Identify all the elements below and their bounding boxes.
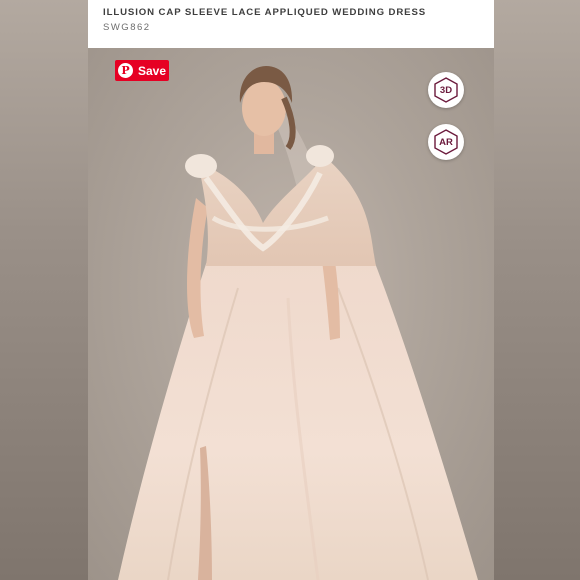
pinterest-icon: P — [118, 63, 133, 78]
blurred-backdrop-left — [0, 0, 88, 580]
product-header: ILLUSION CAP SLEEVE LACE APPLIQUED WEDDI… — [88, 0, 494, 48]
view-ar-button[interactable]: AR — [428, 124, 464, 160]
save-label: Save — [138, 63, 167, 78]
hexagon-icon: 3D — [433, 77, 459, 103]
view-3d-button[interactable]: 3D — [428, 72, 464, 108]
view-ar-label: AR — [439, 136, 453, 148]
product-title: ILLUSION CAP SLEEVE LACE APPLIQUED WEDDI… — [103, 7, 427, 18]
product-card: ILLUSION CAP SLEEVE LACE APPLIQUED WEDDI… — [88, 0, 494, 580]
pinterest-save-button[interactable]: P Save — [115, 60, 169, 81]
product-photo[interactable]: P Save 3D AR — [88, 48, 494, 580]
blurred-backdrop-right — [494, 0, 580, 580]
product-sku: SWG862 — [103, 22, 151, 33]
hexagon-icon: AR — [433, 129, 459, 155]
view-3d-label: 3D — [439, 84, 453, 96]
